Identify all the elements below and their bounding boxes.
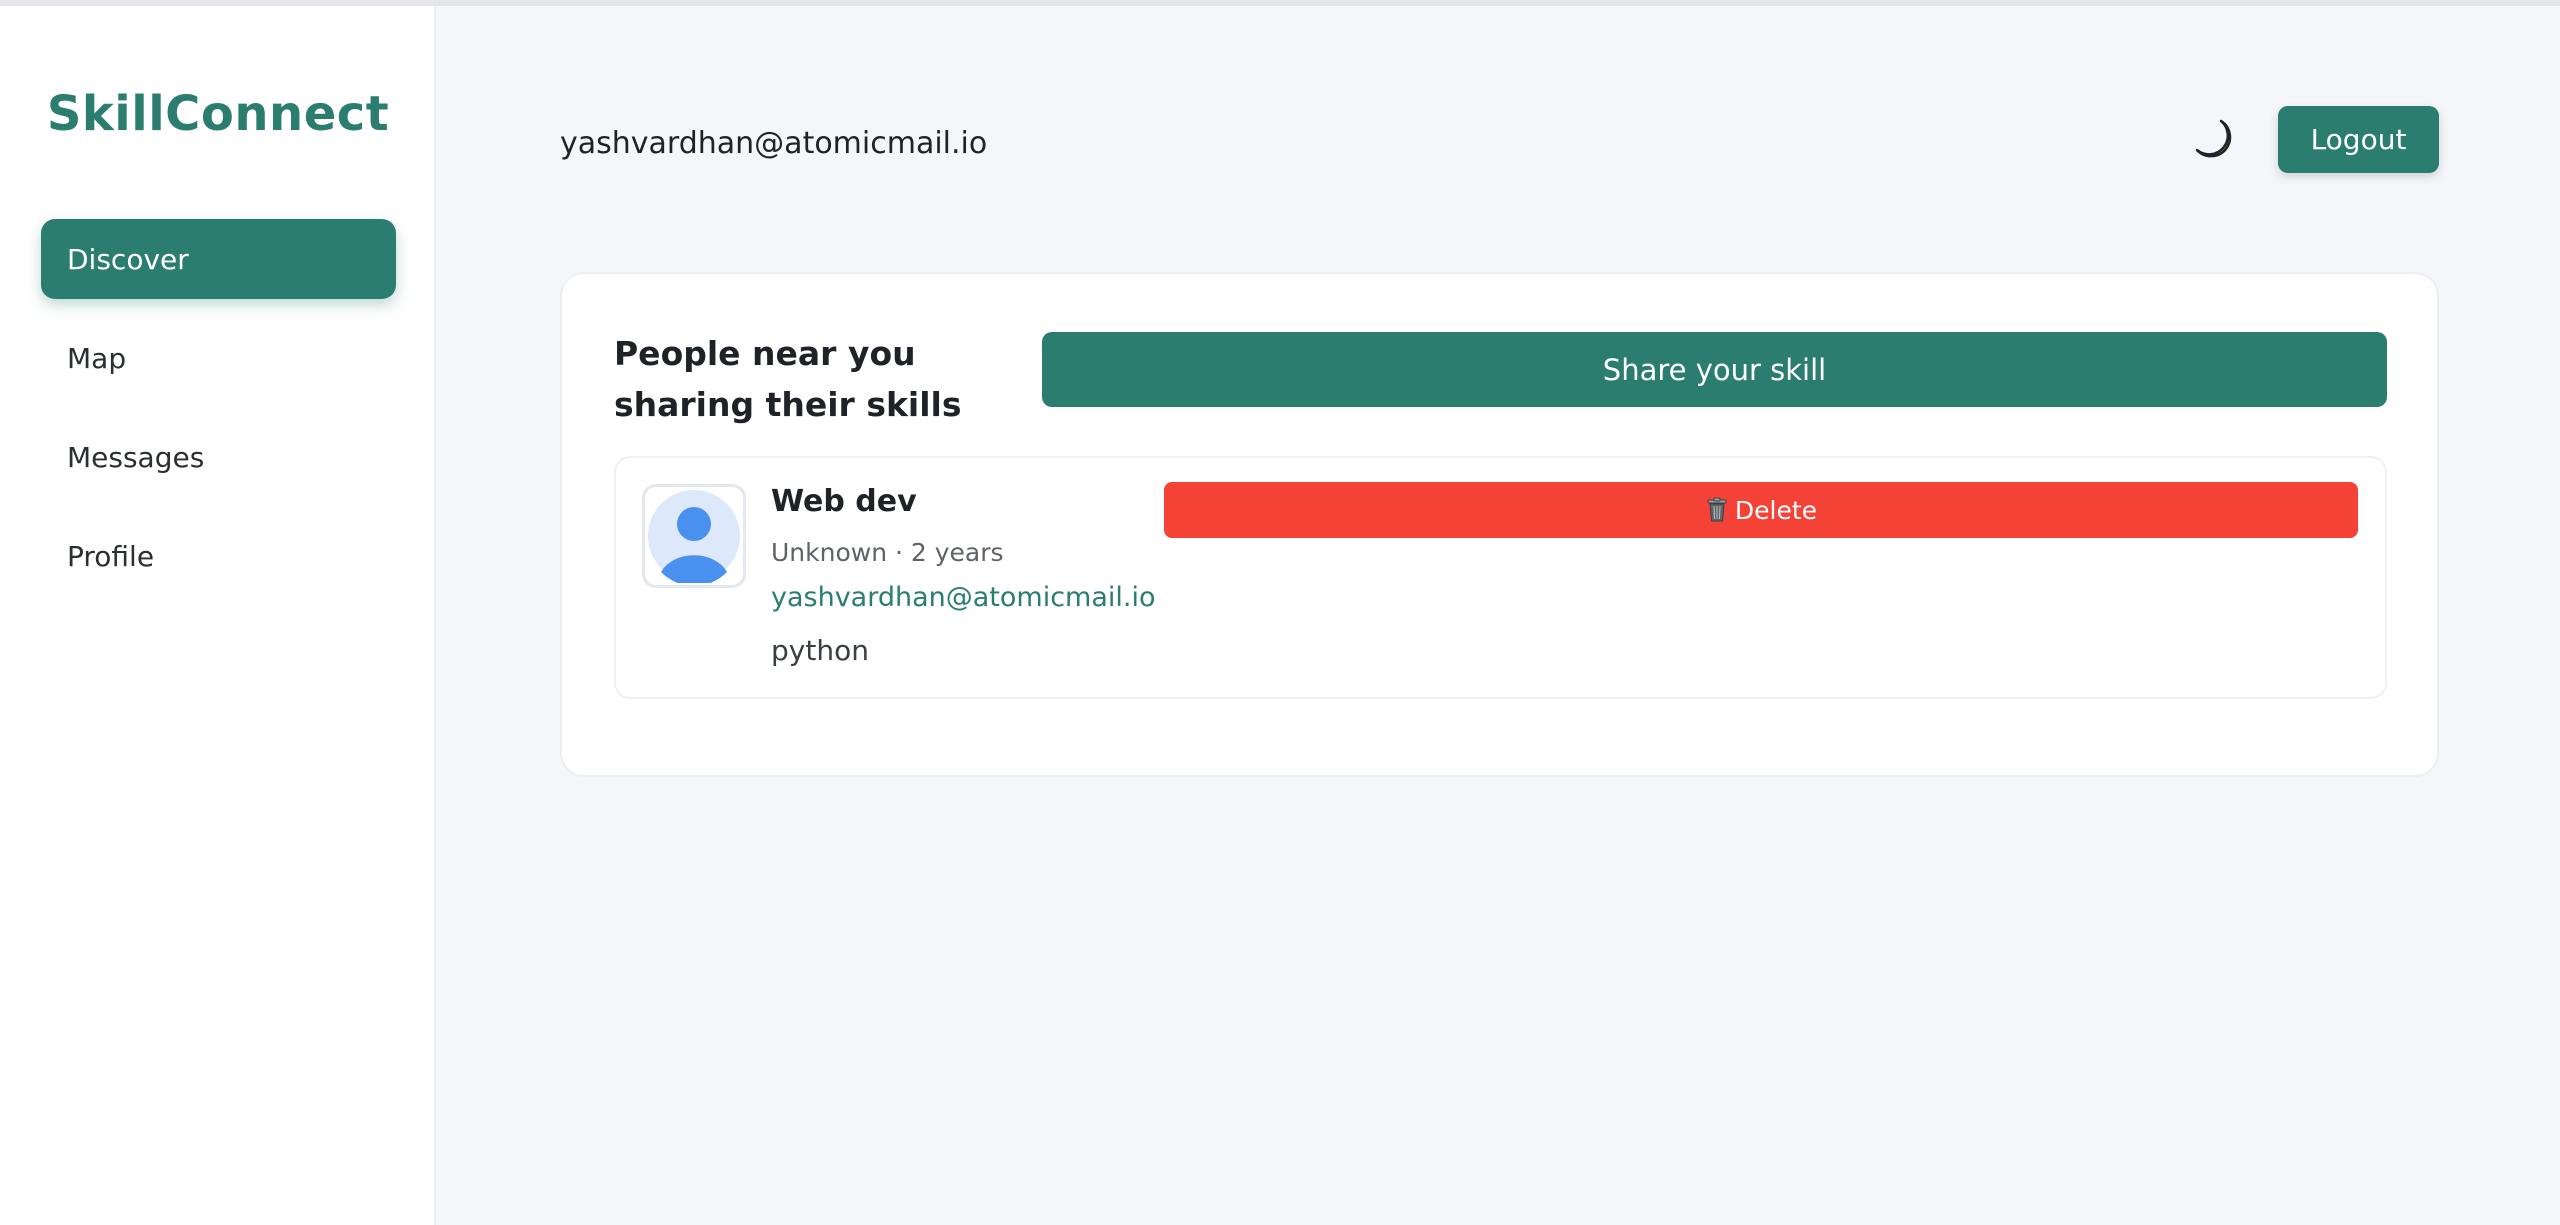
sidebar-item-profile[interactable]: Profile (41, 516, 396, 596)
moon-icon (2195, 119, 2232, 158)
sidebar-item-label: Discover (67, 242, 189, 276)
skill-list-item: Web dev Unknown · 2 years yashvardhan@at… (614, 456, 2387, 699)
user-avatar-icon (648, 490, 740, 583)
delete-skill-button[interactable]: Delete (1164, 482, 2358, 538)
skill-title: Web dev (771, 484, 917, 519)
skill-owner-email-link[interactable]: yashvardhan@atomicmail.io (771, 582, 1156, 613)
avatar (642, 484, 746, 588)
sidebar-item-messages[interactable]: Messages (41, 417, 396, 497)
sidebar: SkillConnect Discover Map Messages Profi… (0, 6, 436, 1225)
sidebar-item-label: Messages (67, 440, 205, 474)
sidebar-item-label: Profile (67, 539, 155, 573)
skill-tag: python (771, 634, 869, 667)
theme-toggle-button[interactable] (2186, 112, 2242, 168)
delete-button-label: Delete (1734, 495, 1818, 525)
share-skill-button[interactable]: Share your skill (1042, 332, 2387, 407)
brand-logo[interactable]: SkillConnect (0, 86, 436, 142)
skill-meta: Unknown · 2 years (771, 538, 1004, 567)
sidebar-item-label: Map (67, 341, 127, 375)
logout-button[interactable]: Logout (2278, 106, 2439, 173)
sidebar-item-map[interactable]: Map (41, 318, 396, 398)
sidebar-item-discover[interactable]: Discover (41, 219, 396, 299)
current-user-email: yashvardhan@atomicmail.io (560, 126, 988, 161)
trash-icon (1705, 497, 1729, 523)
skills-card: People near you sharing their skills Sha… (560, 272, 2439, 777)
section-heading: People near you sharing their skills (614, 334, 962, 424)
